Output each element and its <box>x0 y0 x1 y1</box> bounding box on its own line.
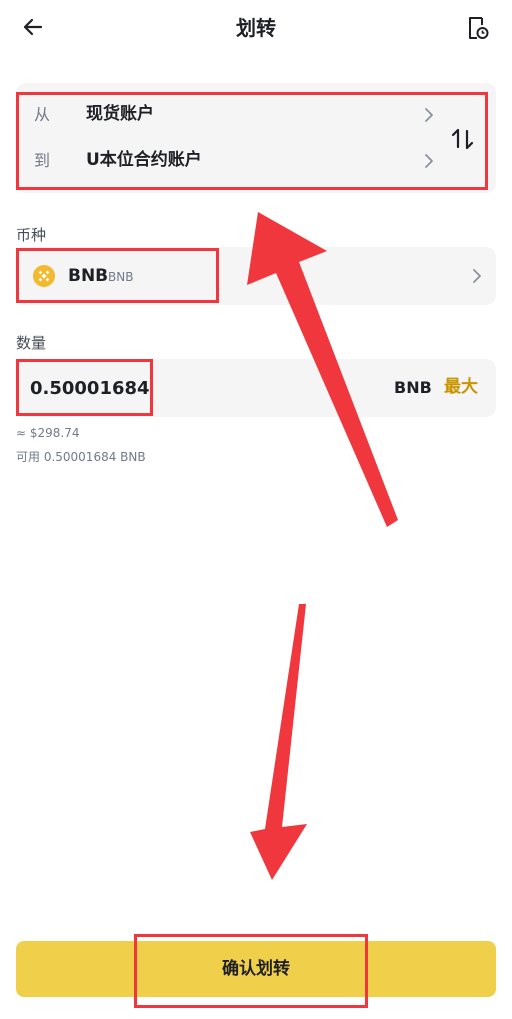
amount-unit: BNB <box>394 378 432 397</box>
header: 划转 <box>0 0 512 56</box>
page-title: 划转 <box>236 16 276 40</box>
history-icon <box>469 17 489 39</box>
amount-section-label: 数量 <box>16 334 47 352</box>
chevron-right-icon <box>473 269 481 283</box>
max-button[interactable]: 最大 <box>444 375 478 399</box>
usd-estimate: ≈ $298.74 <box>16 426 80 440</box>
highlight-confirm-button <box>134 934 368 1008</box>
available-balance: 可用 0.50001684 BNB <box>16 450 146 464</box>
history-button[interactable] <box>466 15 490 41</box>
highlight-amount <box>16 359 153 416</box>
highlight-coin <box>16 248 219 303</box>
annotation-arrow-down <box>250 604 307 880</box>
highlight-transfer-accounts <box>16 92 488 190</box>
coin-section-label: 币种 <box>16 226 47 244</box>
